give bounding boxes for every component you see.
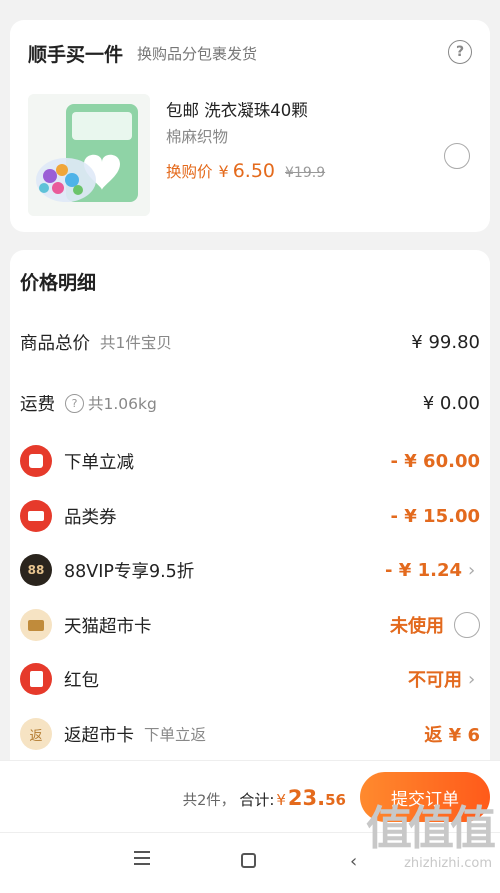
discount-icon <box>20 445 52 477</box>
red-packet-status: 不可用 <box>408 670 462 691</box>
watermark-logo: 值值值 <box>366 801 496 855</box>
goods-total-sub: 共1件宝贝 <box>100 334 172 352</box>
card-icon <box>20 609 52 641</box>
watermark: 值值值 zhizhizhi.com <box>352 800 496 888</box>
tmall-card-radio[interactable] <box>454 612 480 638</box>
product-sku: 棉麻织物 <box>166 128 229 146</box>
price-yen: ¥ <box>218 162 229 181</box>
shipping-value: ¥ 0.00 <box>422 392 480 414</box>
tmall-card-row[interactable]: 天猫超市卡 未使用 <box>20 608 480 642</box>
home-icon[interactable] <box>241 853 256 868</box>
tmall-card-status: 未使用 <box>390 616 444 637</box>
goods-total-label: 商品总价 <box>20 333 90 354</box>
vip-88-icon: 88 <box>20 554 52 586</box>
red-packet-icon <box>20 663 52 695</box>
total-integer: 23. <box>287 786 326 810</box>
addon-select-radio[interactable] <box>444 143 470 169</box>
vip-label: 88VIP专享9.5折 <box>64 561 195 582</box>
vip-discount-row[interactable]: 88 88VIP专享9.5折 - ¥ 1.24 › <box>20 553 480 587</box>
original-price: ¥19.9 <box>285 165 326 181</box>
category-coupon-value: - ¥ 15.00 <box>390 505 480 527</box>
order-discount-label: 下单立减 <box>64 452 134 473</box>
product-price: 换购价 ¥ 6.50 ¥19.9 <box>166 160 325 182</box>
menu-icon[interactable] <box>134 851 150 869</box>
red-packet-label: 红包 <box>64 670 99 691</box>
help-icon[interactable]: ? <box>448 40 472 64</box>
shipping-help-icon[interactable]: ? <box>65 393 84 413</box>
category-coupon-row[interactable]: 品类券 - ¥ 15.00 <box>20 499 480 533</box>
shipping-label: 运费 <box>20 394 55 415</box>
goods-total-row: 商品总价 共1件宝贝 ¥ 99.80 <box>20 325 480 359</box>
watermark-url: zhizhizhi.com <box>404 856 492 871</box>
coupon-icon <box>20 500 52 532</box>
tmall-card-label: 天猫超市卡 <box>64 616 152 637</box>
category-coupon-label: 品类券 <box>64 507 117 528</box>
price-detail-card: 价格明细 商品总价 共1件宝贝 ¥ 99.80 运费 ? 共1.06kg ¥ 0… <box>10 250 490 770</box>
chevron-right-icon: › <box>468 668 476 690</box>
chevron-right-icon: › <box>468 559 476 581</box>
total-decimal: 56 <box>325 791 346 809</box>
cashback-value: 返 ¥ 6 <box>424 725 480 746</box>
shipping-weight: 共1.06kg <box>88 395 157 413</box>
price-detail-title: 价格明细 <box>20 272 97 294</box>
addon-card: 顺手买一件 换购品分包裹发货 ? 包邮 洗衣凝珠40颗 棉麻织物 换购价 ¥ 6… <box>10 20 490 232</box>
addon-header: 顺手买一件 换购品分包裹发货 ? <box>28 40 472 66</box>
red-packet-row[interactable]: 红包 不可用 › <box>20 662 480 696</box>
addon-title: 顺手买一件 <box>28 43 124 66</box>
product-image[interactable] <box>28 94 150 216</box>
product-name[interactable]: 包邮 洗衣凝珠40颗 <box>166 97 308 121</box>
item-count: 共2件， <box>182 793 236 809</box>
price-value: 6.50 <box>232 160 276 182</box>
order-discount-row: 下单立减 - ¥ 60.00 <box>20 444 480 478</box>
goods-total-value: ¥ 99.80 <box>411 331 480 353</box>
total-label: 合计: <box>239 791 275 809</box>
shipping-row: 运费 ? 共1.06kg ¥ 0.00 <box>20 386 480 420</box>
order-discount-value: - ¥ 60.00 <box>390 450 480 472</box>
cashback-row: 返 返超市卡 下单立返 返 ¥ 6 <box>20 717 480 751</box>
cashback-label: 返超市卡 <box>64 725 134 746</box>
order-total: 共2件， 合计: ¥ 23. 56 <box>183 786 346 810</box>
cashback-sub: 下单立返 <box>144 726 207 744</box>
addon-subtitle: 换购品分包裹发货 <box>137 44 258 63</box>
cashback-icon: 返 <box>20 718 52 750</box>
price-label: 换购价 <box>166 163 213 181</box>
vip-value: - ¥ 1.24 <box>385 559 462 581</box>
total-yen: ¥ <box>276 791 286 809</box>
